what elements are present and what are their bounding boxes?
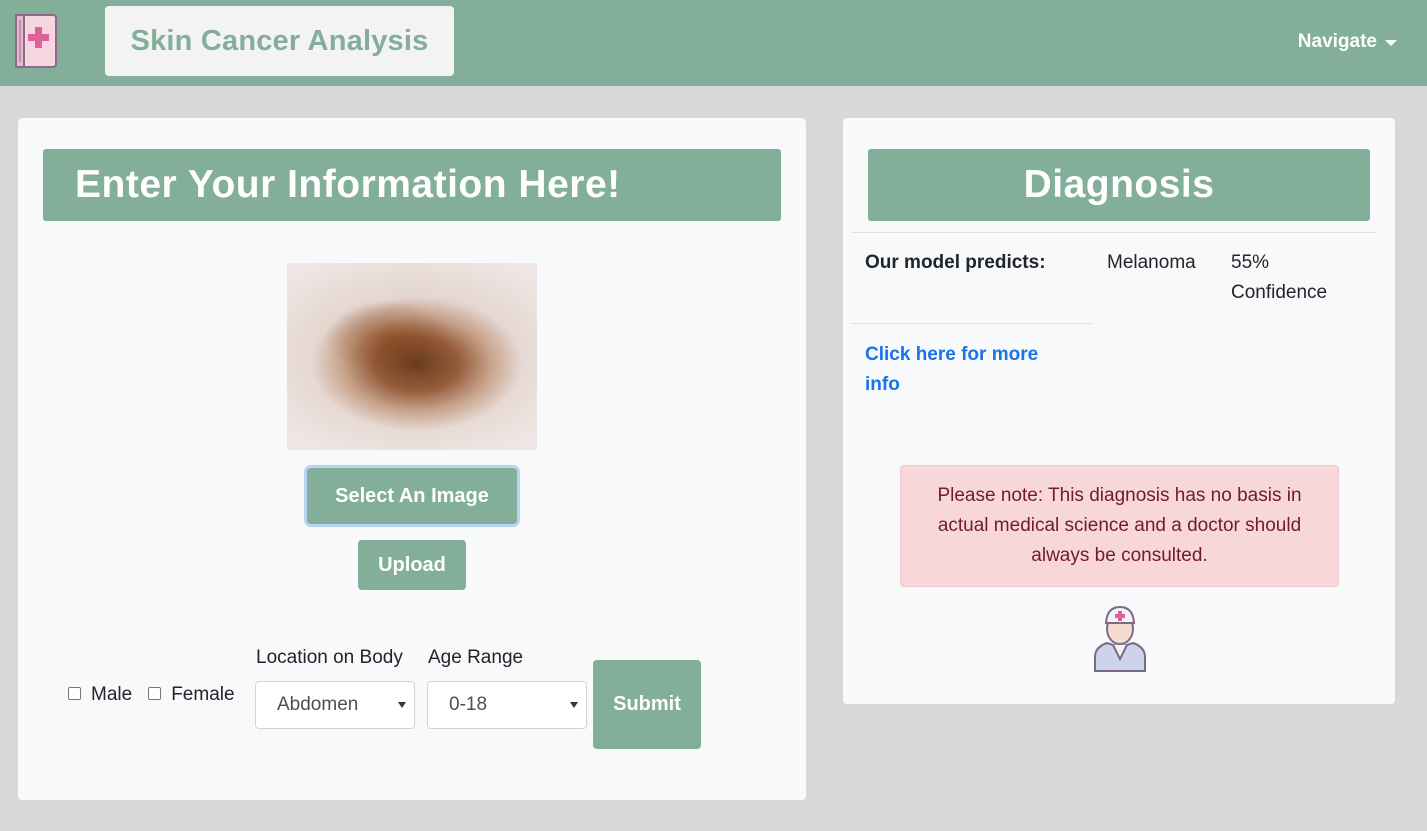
confidence-value: 55% Confidence bbox=[1231, 252, 1328, 303]
age-range-select[interactable]: 0-18 bbox=[427, 681, 587, 729]
navbar: Skin Cancer Analysis Navigate bbox=[0, 0, 1427, 86]
form-header: Enter Your Information Here! bbox=[43, 149, 781, 221]
female-label: Female bbox=[171, 684, 235, 705]
medical-book-icon[interactable] bbox=[12, 12, 60, 70]
prediction-label: Our model predicts: bbox=[865, 252, 1046, 273]
navigate-dropdown[interactable]: Navigate bbox=[1298, 28, 1397, 56]
diagnosis-title: Diagnosis bbox=[1023, 163, 1215, 206]
location-selected-value: Abdomen bbox=[277, 694, 359, 715]
location-label: Location on Body bbox=[256, 647, 403, 668]
female-checkbox[interactable] bbox=[148, 686, 162, 700]
disclaimer-alert: Please note: This diagnosis has no basis… bbox=[900, 465, 1339, 587]
location-select[interactable]: Abdomen bbox=[255, 681, 415, 729]
dropdown-arrow-icon bbox=[398, 702, 406, 708]
information-form-card: Enter Your Information Here! Select An I… bbox=[18, 118, 806, 800]
diagnosis-card: Diagnosis Our model predicts: Melanoma 5… bbox=[843, 118, 1395, 704]
predicted-class: Melanoma bbox=[1107, 252, 1196, 273]
diagnosis-header: Diagnosis bbox=[868, 149, 1370, 221]
navigate-label: Navigate bbox=[1297, 31, 1377, 52]
doctor-icon bbox=[1094, 605, 1146, 672]
caret-down-icon bbox=[1385, 40, 1397, 46]
gender-checkboxes: Male Female bbox=[68, 684, 251, 706]
disclaimer-text: Please note: This diagnosis has no basis… bbox=[937, 485, 1302, 566]
dropdown-arrow-icon bbox=[570, 702, 578, 708]
age-selected-value: 0-18 bbox=[449, 694, 488, 715]
divider bbox=[851, 232, 1376, 233]
male-label: Male bbox=[91, 684, 133, 705]
lesion-image bbox=[287, 263, 537, 450]
select-image-button[interactable]: Select An Image bbox=[307, 468, 517, 524]
submit-button[interactable]: Submit bbox=[593, 660, 701, 749]
upload-button[interactable]: Upload bbox=[358, 540, 466, 590]
more-info-link[interactable]: Click here for more info bbox=[865, 340, 1065, 400]
male-checkbox[interactable] bbox=[68, 686, 81, 700]
brand-button[interactable]: Skin Cancer Analysis bbox=[105, 6, 454, 76]
app-title: Skin Cancer Analysis bbox=[130, 24, 429, 57]
form-title: Enter Your Information Here! bbox=[75, 163, 621, 206]
age-range-label: Age Range bbox=[428, 647, 524, 668]
divider bbox=[851, 323, 1092, 324]
